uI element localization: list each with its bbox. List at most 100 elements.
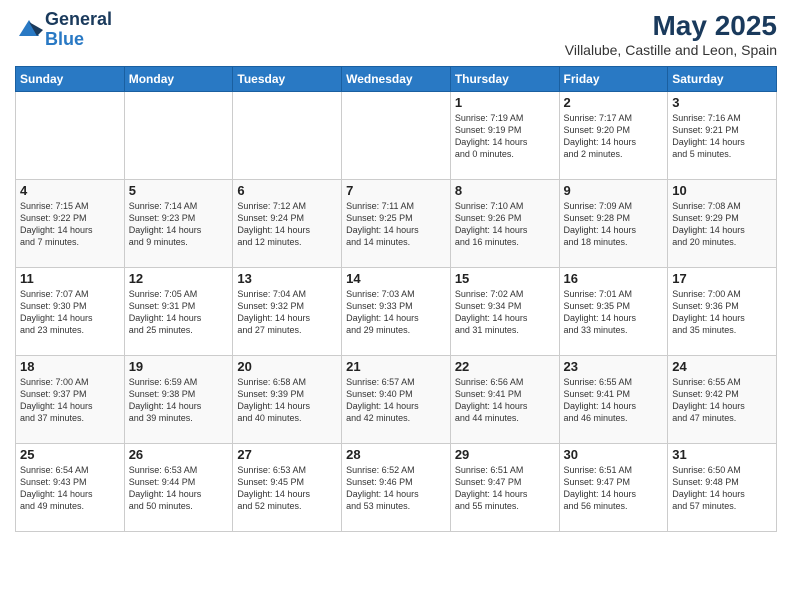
day-number: 16 bbox=[564, 271, 664, 286]
day-number: 12 bbox=[129, 271, 229, 286]
day-info: Sunrise: 7:11 AMSunset: 9:25 PMDaylight:… bbox=[346, 200, 446, 249]
day-number: 31 bbox=[672, 447, 772, 462]
day-info: Sunrise: 7:05 AMSunset: 9:31 PMDaylight:… bbox=[129, 288, 229, 337]
table-row: 7 Sunrise: 7:11 AMSunset: 9:25 PMDaylight… bbox=[342, 180, 451, 268]
day-number: 25 bbox=[20, 447, 120, 462]
table-row: 22 Sunrise: 6:56 AMSunset: 9:41 PMDayligh… bbox=[450, 356, 559, 444]
day-info: Sunrise: 7:17 AMSunset: 9:20 PMDaylight:… bbox=[564, 112, 664, 161]
day-info: Sunrise: 6:55 AMSunset: 9:41 PMDaylight:… bbox=[564, 376, 664, 425]
day-number: 4 bbox=[20, 183, 120, 198]
day-number: 8 bbox=[455, 183, 555, 198]
title-block: May 2025 Villalube, Castille and Leon, S… bbox=[565, 10, 777, 58]
table-row: 11Sunrise: 7:07 AMSunset: 9:30 PMDayligh… bbox=[16, 268, 125, 356]
table-row: 21 Sunrise: 6:57 AMSunset: 9:40 PMDayligh… bbox=[342, 356, 451, 444]
table-row bbox=[233, 92, 342, 180]
table-row: 15 Sunrise: 7:02 AMSunset: 9:34 PMDayligh… bbox=[450, 268, 559, 356]
table-row bbox=[16, 92, 125, 180]
calendar-table: Sunday Monday Tuesday Wednesday Thursday… bbox=[15, 66, 777, 532]
table-row: 14Sunrise: 7:03 AMSunset: 9:33 PMDayligh… bbox=[342, 268, 451, 356]
header-wednesday: Wednesday bbox=[342, 67, 451, 92]
table-row: 2 Sunrise: 7:17 AMSunset: 9:20 PMDaylight… bbox=[559, 92, 668, 180]
day-info: Sunrise: 6:55 AMSunset: 9:42 PMDaylight:… bbox=[672, 376, 772, 425]
day-number: 21 bbox=[346, 359, 446, 374]
day-number: 13 bbox=[237, 271, 337, 286]
table-row: 18Sunrise: 7:00 AMSunset: 9:37 PMDayligh… bbox=[16, 356, 125, 444]
day-number: 27 bbox=[237, 447, 337, 462]
week-row-4: 18Sunrise: 7:00 AMSunset: 9:37 PMDayligh… bbox=[16, 356, 777, 444]
day-number: 30 bbox=[564, 447, 664, 462]
table-row bbox=[124, 92, 233, 180]
day-info: Sunrise: 7:10 AMSunset: 9:26 PMDaylight:… bbox=[455, 200, 555, 249]
header-monday: Monday bbox=[124, 67, 233, 92]
main-title: May 2025 bbox=[565, 10, 777, 42]
day-number: 10 bbox=[672, 183, 772, 198]
day-info: Sunrise: 6:57 AMSunset: 9:40 PMDaylight:… bbox=[346, 376, 446, 425]
day-number: 9 bbox=[564, 183, 664, 198]
table-row: 13 Sunrise: 7:04 AMSunset: 9:32 PMDayligh… bbox=[233, 268, 342, 356]
table-row bbox=[342, 92, 451, 180]
table-row: 23 Sunrise: 6:55 AMSunset: 9:41 PMDayligh… bbox=[559, 356, 668, 444]
day-info: Sunrise: 7:01 AMSunset: 9:35 PMDaylight:… bbox=[564, 288, 664, 337]
table-row: 12 Sunrise: 7:05 AMSunset: 9:31 PMDayligh… bbox=[124, 268, 233, 356]
day-info: Sunrise: 6:53 AMSunset: 9:45 PMDaylight:… bbox=[237, 464, 337, 513]
day-info: Sunrise: 7:19 AMSunset: 9:19 PMDaylight:… bbox=[455, 112, 555, 161]
week-row-5: 25Sunrise: 6:54 AMSunset: 9:43 PMDayligh… bbox=[16, 444, 777, 532]
day-number: 14 bbox=[346, 271, 446, 286]
table-row: 24Sunrise: 6:55 AMSunset: 9:42 PMDayligh… bbox=[668, 356, 777, 444]
day-number: 22 bbox=[455, 359, 555, 374]
day-info: Sunrise: 6:58 AMSunset: 9:39 PMDaylight:… bbox=[237, 376, 337, 425]
day-number: 6 bbox=[237, 183, 337, 198]
page: General Blue May 2025 Villalube, Castill… bbox=[0, 0, 792, 612]
week-row-2: 4Sunrise: 7:15 AMSunset: 9:22 PMDaylight… bbox=[16, 180, 777, 268]
day-info: Sunrise: 7:02 AMSunset: 9:34 PMDaylight:… bbox=[455, 288, 555, 337]
logo: General Blue bbox=[15, 10, 112, 50]
table-row: 3 Sunrise: 7:16 AMSunset: 9:21 PMDaylight… bbox=[668, 92, 777, 180]
day-number: 26 bbox=[129, 447, 229, 462]
day-info: Sunrise: 6:56 AMSunset: 9:41 PMDaylight:… bbox=[455, 376, 555, 425]
day-info: Sunrise: 7:12 AMSunset: 9:24 PMDaylight:… bbox=[237, 200, 337, 249]
table-row: 30 Sunrise: 6:51 AMSunset: 9:47 PMDayligh… bbox=[559, 444, 668, 532]
day-number: 7 bbox=[346, 183, 446, 198]
week-row-3: 11Sunrise: 7:07 AMSunset: 9:30 PMDayligh… bbox=[16, 268, 777, 356]
day-number: 1 bbox=[455, 95, 555, 110]
table-row: 1 Sunrise: 7:19 AMSunset: 9:19 PMDaylight… bbox=[450, 92, 559, 180]
day-number: 20 bbox=[237, 359, 337, 374]
table-row: 28Sunrise: 6:52 AMSunset: 9:46 PMDayligh… bbox=[342, 444, 451, 532]
table-row: 27 Sunrise: 6:53 AMSunset: 9:45 PMDayligh… bbox=[233, 444, 342, 532]
day-number: 5 bbox=[129, 183, 229, 198]
day-info: Sunrise: 7:00 AMSunset: 9:36 PMDaylight:… bbox=[672, 288, 772, 337]
day-number: 3 bbox=[672, 95, 772, 110]
table-row: 20 Sunrise: 6:58 AMSunset: 9:39 PMDayligh… bbox=[233, 356, 342, 444]
table-row: 29Sunrise: 6:51 AMSunset: 9:47 PMDayligh… bbox=[450, 444, 559, 532]
header: General Blue May 2025 Villalube, Castill… bbox=[15, 10, 777, 58]
day-number: 17 bbox=[672, 271, 772, 286]
table-row: 31 Sunrise: 6:50 AMSunset: 9:48 PMDayligh… bbox=[668, 444, 777, 532]
table-row: 25Sunrise: 6:54 AMSunset: 9:43 PMDayligh… bbox=[16, 444, 125, 532]
day-number: 18 bbox=[20, 359, 120, 374]
table-row: 4Sunrise: 7:15 AMSunset: 9:22 PMDaylight… bbox=[16, 180, 125, 268]
day-info: Sunrise: 6:53 AMSunset: 9:44 PMDaylight:… bbox=[129, 464, 229, 513]
day-info: Sunrise: 6:59 AMSunset: 9:38 PMDaylight:… bbox=[129, 376, 229, 425]
day-header-row: Sunday Monday Tuesday Wednesday Thursday… bbox=[16, 67, 777, 92]
day-info: Sunrise: 6:51 AMSunset: 9:47 PMDaylight:… bbox=[564, 464, 664, 513]
day-info: Sunrise: 7:04 AMSunset: 9:32 PMDaylight:… bbox=[237, 288, 337, 337]
day-number: 29 bbox=[455, 447, 555, 462]
day-number: 23 bbox=[564, 359, 664, 374]
header-friday: Friday bbox=[559, 67, 668, 92]
week-row-1: 1 Sunrise: 7:19 AMSunset: 9:19 PMDaylight… bbox=[16, 92, 777, 180]
day-info: Sunrise: 7:16 AMSunset: 9:21 PMDaylight:… bbox=[672, 112, 772, 161]
table-row: 8 Sunrise: 7:10 AMSunset: 9:26 PMDaylight… bbox=[450, 180, 559, 268]
day-number: 28 bbox=[346, 447, 446, 462]
header-tuesday: Tuesday bbox=[233, 67, 342, 92]
table-row: 5Sunrise: 7:14 AMSunset: 9:23 PMDaylight… bbox=[124, 180, 233, 268]
day-info: Sunrise: 7:09 AMSunset: 9:28 PMDaylight:… bbox=[564, 200, 664, 249]
logo-text: General Blue bbox=[45, 10, 112, 50]
table-row: 16 Sunrise: 7:01 AMSunset: 9:35 PMDayligh… bbox=[559, 268, 668, 356]
table-row: 26 Sunrise: 6:53 AMSunset: 9:44 PMDayligh… bbox=[124, 444, 233, 532]
logo-general: General bbox=[45, 10, 112, 30]
subtitle: Villalube, Castille and Leon, Spain bbox=[565, 42, 777, 58]
day-info: Sunrise: 6:50 AMSunset: 9:48 PMDaylight:… bbox=[672, 464, 772, 513]
day-number: 15 bbox=[455, 271, 555, 286]
day-number: 2 bbox=[564, 95, 664, 110]
logo-icon bbox=[15, 14, 43, 42]
